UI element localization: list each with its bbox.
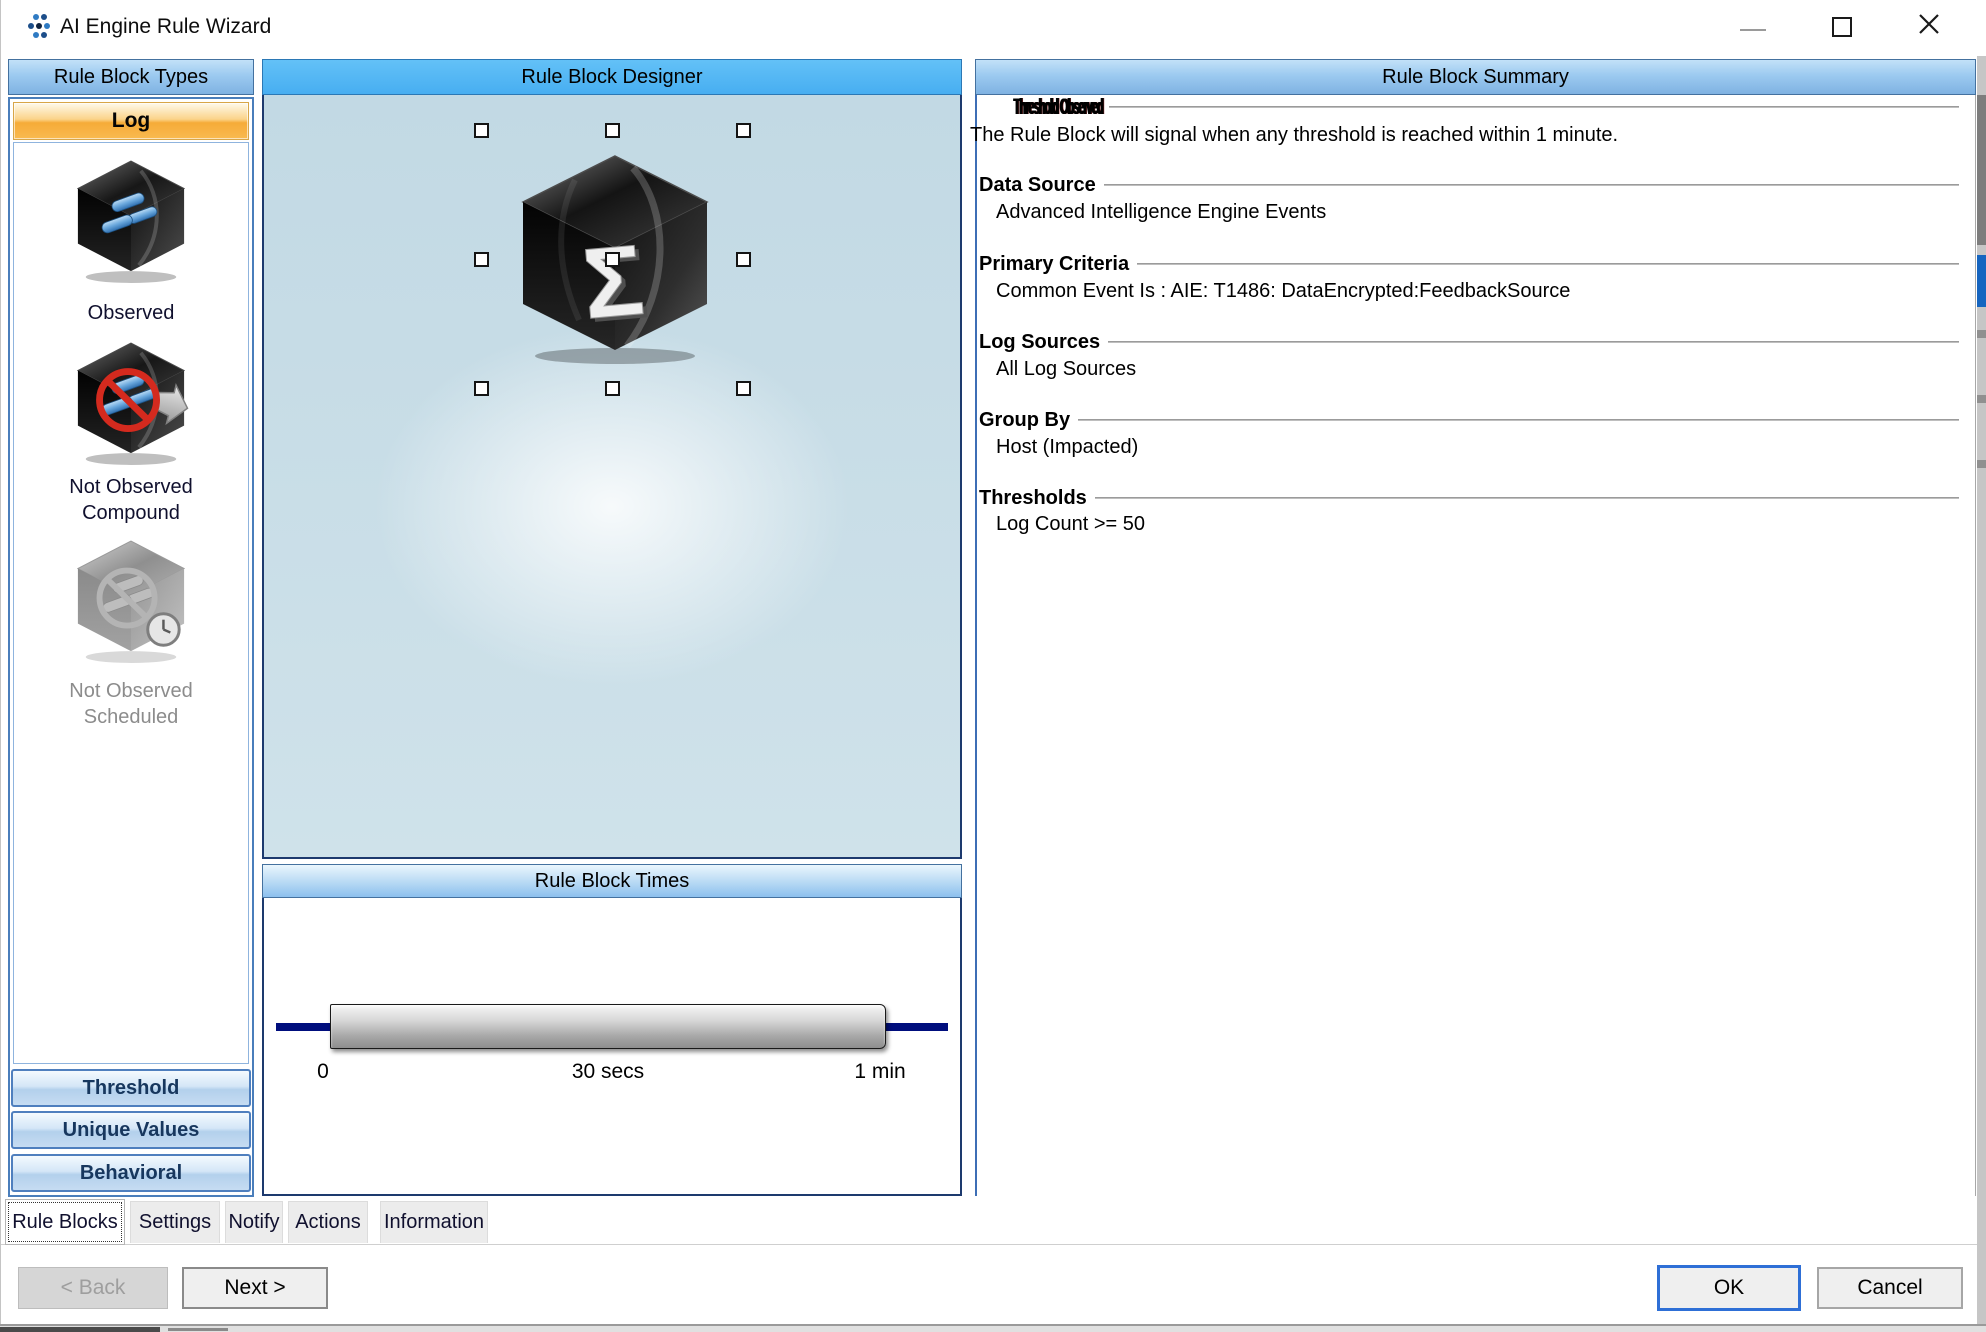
title-bar: AI Engine Rule Wizard xyxy=(0,0,1986,56)
section-label: Thresholds xyxy=(979,487,1087,510)
background-window-sliver xyxy=(1977,56,1986,1324)
tab-actions[interactable]: Actions xyxy=(288,1201,368,1243)
back-button[interactable]: < Back xyxy=(18,1267,168,1309)
rule-block-times-header: Rule Block Times xyxy=(262,864,962,898)
time-tick-1min: 1 min xyxy=(830,1060,930,1084)
background-sliver-tick xyxy=(1977,460,1986,468)
next-button[interactable]: Next > xyxy=(182,1267,328,1309)
data-source-value: Advanced Intelligence Engine Events xyxy=(996,201,1326,224)
thresholds-value: Log Count >= 50 xyxy=(996,513,1145,536)
minimize-button[interactable] xyxy=(1725,0,1781,46)
resize-handle-bottom-left[interactable] xyxy=(474,381,489,396)
background-window-strip xyxy=(0,1326,1986,1332)
app-logo-icon xyxy=(26,12,54,40)
summary-section-group-by: Group By xyxy=(979,407,1959,433)
rule-block-item-not-observed-compound[interactable] xyxy=(72,338,190,468)
observed-label: Observed xyxy=(13,300,249,326)
ai-engine-rule-wizard-window: { "window": { "title": "AI Engine Rule W… xyxy=(0,0,1986,1332)
rule-block-item-not-observed-scheduled[interactable] xyxy=(72,536,190,666)
ok-button[interactable]: OK xyxy=(1657,1265,1801,1311)
unique-values-type-button[interactable]: Unique Values xyxy=(11,1111,251,1149)
summary-section-thresholds: Thresholds xyxy=(979,485,1959,511)
maximize-button[interactable] xyxy=(1814,0,1870,46)
resize-handle-top-right[interactable] xyxy=(736,123,751,138)
divider xyxy=(1109,106,1959,108)
threshold-type-button[interactable]: Threshold xyxy=(11,1069,251,1107)
divider xyxy=(1104,184,1959,186)
rule-block-summary-header: Rule Block Summary xyxy=(975,59,1976,95)
maximize-icon xyxy=(1832,17,1852,37)
background-sliver-segment xyxy=(1977,95,1986,245)
close-button[interactable] xyxy=(1900,0,1956,46)
time-tick-30secs: 30 secs xyxy=(548,1060,668,1084)
divider xyxy=(1095,497,1959,499)
close-icon xyxy=(1918,13,1940,35)
window-left-edge xyxy=(0,0,1,1332)
log-type-button[interactable]: Log xyxy=(13,102,249,140)
summary-title-row: Threshold Observed xyxy=(1013,94,1959,120)
divider xyxy=(1078,419,1959,421)
divider xyxy=(1137,263,1959,265)
time-tick-0: 0 xyxy=(303,1060,343,1084)
rule-block-types-header: Rule Block Types xyxy=(8,59,254,95)
primary-criteria-value: Common Event Is : AIE: T1486: DataEncryp… xyxy=(996,280,1570,303)
not-observed-scheduled-cube-icon xyxy=(72,536,190,666)
not-observed-scheduled-label: Not Observed Scheduled xyxy=(13,678,249,730)
summary-section-primary-criteria: Primary Criteria xyxy=(979,251,1959,277)
tab-rule-blocks[interactable]: Rule Blocks xyxy=(5,1199,125,1245)
resize-handle-middle-right[interactable] xyxy=(736,252,751,267)
background-text-fragment xyxy=(168,1328,228,1331)
label-line-1: Not Observed xyxy=(13,678,249,704)
not-observed-compound-label: Not Observed Compound xyxy=(13,474,249,526)
rule-block-item-observed[interactable] xyxy=(72,156,190,286)
minimize-icon xyxy=(1740,29,1766,31)
cancel-button[interactable]: Cancel xyxy=(1817,1267,1963,1309)
background-sliver-tick xyxy=(1977,395,1986,403)
group-by-value: Host (Impacted) xyxy=(996,436,1138,459)
background-sliver-segment-blue xyxy=(1977,255,1986,307)
behavioral-type-button[interactable]: Behavioral xyxy=(11,1154,251,1192)
background-text-fragment xyxy=(0,1327,160,1332)
tab-information[interactable]: Information xyxy=(380,1201,488,1243)
window-title: AI Engine Rule Wizard xyxy=(60,15,271,39)
tab-settings[interactable]: Settings xyxy=(130,1201,220,1243)
tab-notify[interactable]: Notify xyxy=(225,1201,283,1243)
summary-title: Threshold Observed xyxy=(1013,94,1102,120)
section-label: Group By xyxy=(979,409,1070,432)
observed-cube-icon xyxy=(72,156,190,286)
summary-section-log-sources: Log Sources xyxy=(979,329,1959,355)
summary-description: The Rule Block will signal when any thre… xyxy=(970,124,1618,147)
label-line-2: Compound xyxy=(13,500,249,526)
label-line-1: Not Observed xyxy=(13,474,249,500)
resize-handle-middle-center[interactable] xyxy=(605,252,620,267)
divider xyxy=(1108,341,1959,343)
resize-handle-bottom-right[interactable] xyxy=(736,381,751,396)
resize-handle-middle-left[interactable] xyxy=(474,252,489,267)
section-label: Primary Criteria xyxy=(979,253,1129,276)
background-sliver-tick xyxy=(1977,330,1986,338)
section-label: Data Source xyxy=(979,174,1096,197)
section-label: Log Sources xyxy=(979,331,1100,354)
resize-handle-top-left[interactable] xyxy=(474,123,489,138)
not-observed-compound-cube-icon xyxy=(72,338,190,468)
resize-handle-top-center[interactable] xyxy=(605,123,620,138)
rule-block-designer-header: Rule Block Designer xyxy=(262,59,962,95)
time-slider-range-bar[interactable] xyxy=(330,1004,886,1049)
label-line-2: Scheduled xyxy=(13,704,249,730)
svg-text:Σ: Σ xyxy=(579,224,649,341)
summary-section-data-source: Data Source xyxy=(979,172,1959,198)
log-sources-value: All Log Sources xyxy=(996,358,1136,381)
resize-handle-bottom-center[interactable] xyxy=(605,381,620,396)
